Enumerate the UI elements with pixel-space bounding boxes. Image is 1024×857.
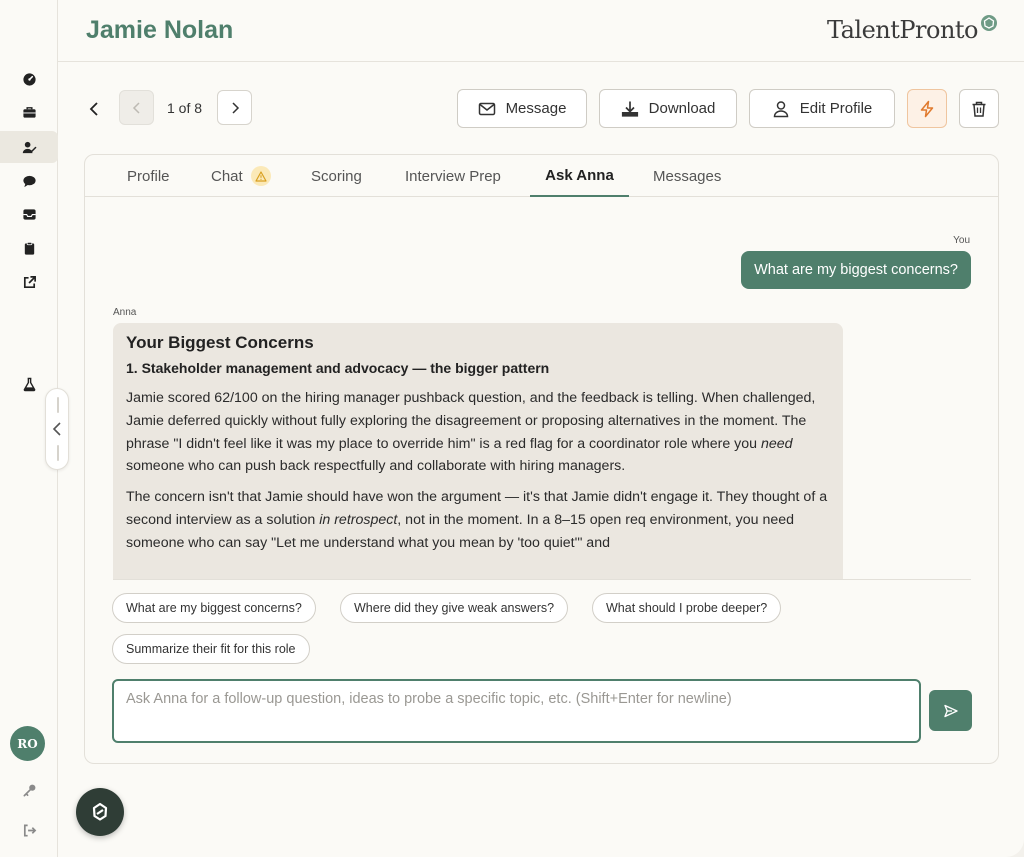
- user-icon: [773, 100, 788, 117]
- edit-profile-button-label: Edit Profile: [799, 100, 873, 117]
- chevron-left-icon: [132, 101, 140, 114]
- back-button[interactable]: [76, 91, 111, 126]
- briefcase-icon[interactable]: [0, 96, 58, 128]
- warning-icon: [250, 166, 271, 186]
- dashboard-icon[interactable]: [0, 63, 58, 95]
- assistant-launcher-button[interactable]: [76, 788, 124, 836]
- suggestion-chip[interactable]: What should I probe deeper?: [592, 593, 782, 623]
- response-subheading: 1. Stakeholder management and advocacy —…: [126, 360, 550, 376]
- download-button-label: Download: [648, 100, 716, 117]
- response-paragraph: Jamie scored 62/100 on the hiring manage…: [126, 390, 816, 475]
- tab-messages[interactable]: Messages: [653, 155, 721, 197]
- clipboard-icon[interactable]: [0, 232, 58, 264]
- brand-mark-icon: [981, 15, 997, 31]
- suggestion-chip[interactable]: What are my biggest concerns?: [112, 593, 316, 623]
- candidate-counter: 1 of 8: [167, 100, 203, 116]
- brand-logo: TalentPronto: [826, 15, 998, 44]
- suggestion-chip[interactable]: Summarize their fit for this role: [112, 634, 310, 664]
- avatar[interactable]: RO: [10, 726, 45, 761]
- tab-ask-anna[interactable]: Ask Anna: [530, 155, 629, 197]
- tab-interview-prep[interactable]: Interview Prep: [405, 155, 501, 197]
- suggestion-chip[interactable]: Where did they give weak answers?: [340, 593, 569, 623]
- chevron-left-icon: [52, 422, 61, 436]
- ask-anna-input[interactable]: [112, 679, 921, 743]
- user-label: You: [953, 235, 970, 246]
- send-button[interactable]: [929, 690, 972, 731]
- download-button[interactable]: Download: [599, 89, 737, 128]
- chevron-left-icon: [89, 101, 98, 116]
- message-button-label: Message: [505, 100, 567, 117]
- response-paragraph: The concern isn't that Jamie should have…: [126, 489, 828, 551]
- key-icon[interactable]: [0, 774, 58, 806]
- trash-icon: [972, 101, 986, 117]
- logout-icon[interactable]: [0, 814, 58, 846]
- page-header: Jamie Nolan TalentPronto: [58, 0, 1024, 62]
- tab-bar: Profile Chat Scoring Interview Prep Ask …: [85, 155, 998, 197]
- tab-profile[interactable]: Profile: [127, 155, 170, 197]
- next-candidate-button[interactable]: [217, 90, 252, 125]
- assistant-message-bubble: Your Biggest Concerns 1. Stakeholder man…: [113, 323, 843, 579]
- external-link-icon[interactable]: [0, 266, 58, 298]
- inbox-icon[interactable]: [0, 198, 58, 230]
- download-icon: [621, 101, 638, 117]
- chat-icon[interactable]: [0, 165, 58, 197]
- brand-name: TalentPronto: [826, 16, 979, 44]
- tab-chat-label: Chat: [211, 167, 243, 185]
- tab-scoring[interactable]: Scoring: [311, 155, 362, 197]
- bolt-icon: [920, 100, 934, 117]
- assistant-logo-icon: [92, 802, 108, 821]
- edit-profile-button[interactable]: Edit Profile: [749, 89, 895, 128]
- assistant-label: Anna: [113, 307, 137, 318]
- page-title: Jamie Nolan: [86, 16, 234, 44]
- sidebar-collapse-handle[interactable]: [45, 388, 69, 470]
- chevron-right-icon: [231, 101, 239, 114]
- send-icon: [943, 704, 958, 717]
- candidate-card: Profile Chat Scoring Interview Prep Ask …: [84, 154, 999, 764]
- tab-chat[interactable]: Chat: [211, 155, 271, 197]
- message-button[interactable]: Message: [457, 89, 587, 128]
- response-heading: Your Biggest Concerns: [126, 333, 314, 352]
- mail-icon: [478, 102, 495, 115]
- chat-divider: [113, 579, 971, 580]
- delete-button[interactable]: [959, 89, 999, 128]
- quick-action-button[interactable]: [907, 89, 947, 128]
- prev-candidate-button[interactable]: [119, 90, 154, 125]
- app-window: RO Jamie Nolan TalentPronto 1 of 8 Messa…: [0, 0, 1024, 857]
- user-message-bubble: What are my biggest concerns?: [741, 251, 971, 289]
- candidates-icon[interactable]: [0, 131, 58, 163]
